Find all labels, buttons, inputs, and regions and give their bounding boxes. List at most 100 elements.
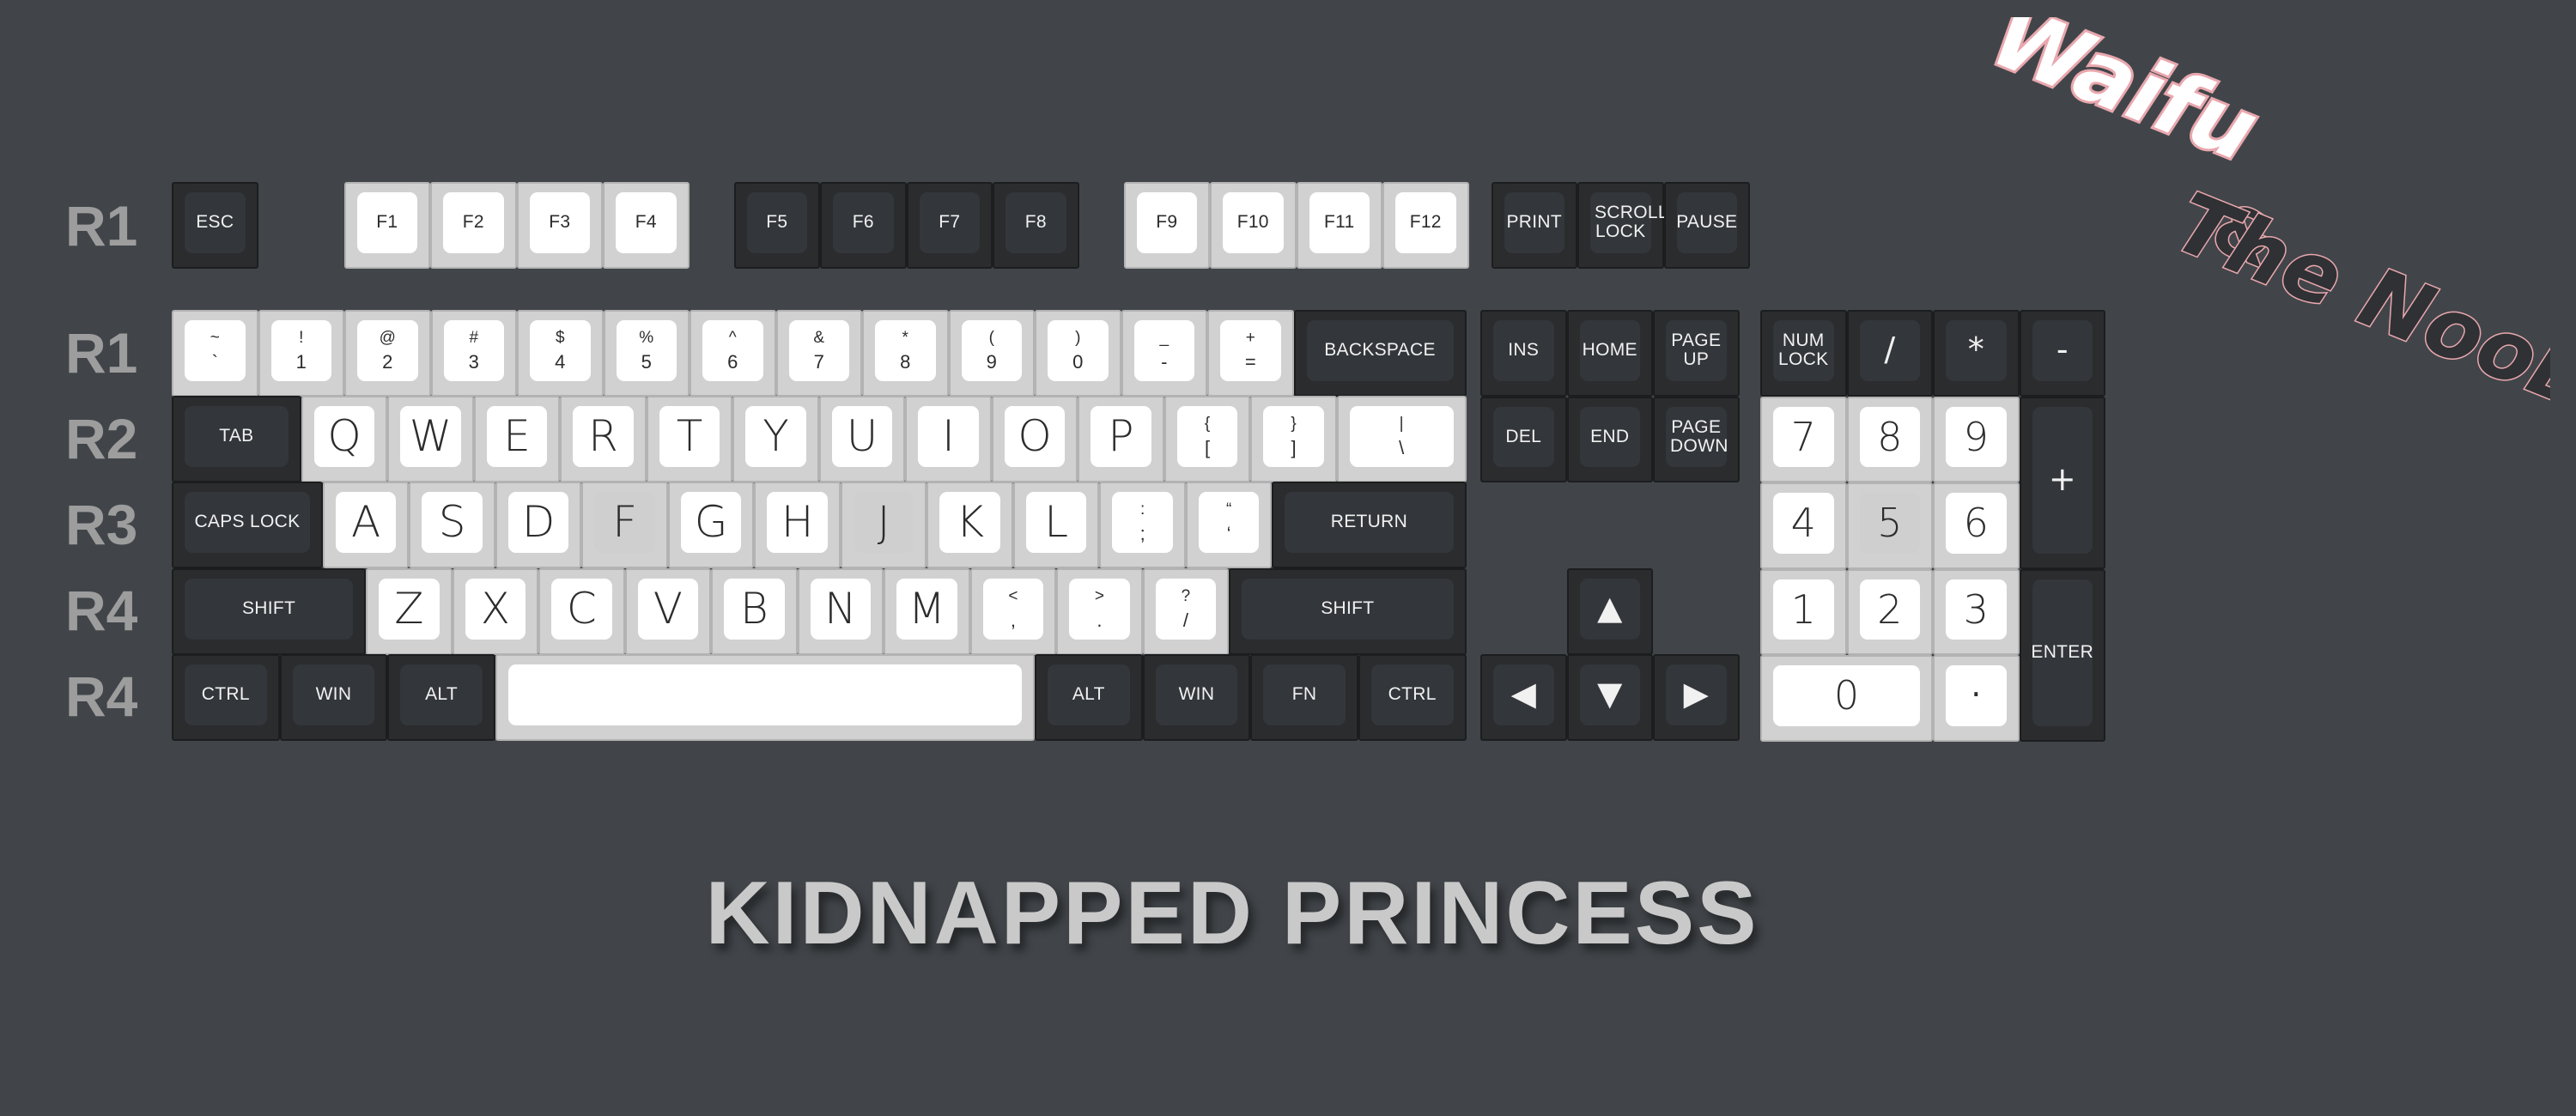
- key-key[interactable]: “‘: [1185, 482, 1273, 568]
- key-c[interactable]: C: [538, 568, 625, 655]
- key-ins[interactable]: INS: [1480, 310, 1567, 397]
- key-esc[interactable]: ESC: [172, 182, 258, 269]
- key-scroll-lock[interactable]: SCROLL LOCK: [1577, 182, 1668, 269]
- key-space[interactable]: [495, 654, 1035, 741]
- key-shift[interactable]: SHIFT: [1229, 568, 1467, 655]
- key-f2[interactable]: F2: [430, 182, 517, 269]
- key-shift[interactable]: SHIFT: [172, 568, 367, 655]
- key-page-up[interactable]: PAGE UP: [1653, 310, 1740, 397]
- key-0[interactable]: ) 0: [1035, 310, 1121, 397]
- key-page-down[interactable]: PAGE DOWN: [1653, 396, 1740, 482]
- key-n[interactable]: N: [797, 568, 884, 655]
- key-f12[interactable]: F12: [1382, 182, 1469, 269]
- key-1[interactable]: 1: [1760, 568, 1847, 655]
- key-y[interactable]: Y: [732, 396, 819, 482]
- key-i[interactable]: I: [905, 396, 992, 482]
- key-win[interactable]: WIN: [1142, 654, 1251, 741]
- key-f9[interactable]: F9: [1123, 182, 1210, 269]
- key-ctrl[interactable]: CTRL: [1358, 654, 1467, 741]
- key-2[interactable]: 2: [1846, 568, 1933, 655]
- key-m[interactable]: M: [884, 568, 970, 655]
- key-1[interactable]: ! 1: [258, 310, 344, 397]
- key-2[interactable]: @2: [344, 310, 431, 397]
- key-v[interactable]: V: [624, 568, 712, 655]
- key-f7[interactable]: F7: [906, 182, 993, 269]
- key-key[interactable]: _ -: [1121, 310, 1207, 397]
- key-del[interactable]: DEL: [1480, 396, 1567, 482]
- key-h[interactable]: H: [754, 482, 841, 568]
- key-s[interactable]: S: [409, 482, 495, 568]
- key-num-lock[interactable]: NUM LOCK: [1760, 310, 1847, 397]
- key-6[interactable]: 6: [1933, 482, 2020, 569]
- key-key[interactable]: ▶: [1653, 654, 1740, 741]
- key-fn[interactable]: FN: [1250, 654, 1358, 741]
- key-d[interactable]: D: [495, 482, 582, 568]
- key-return[interactable]: RETURN: [1272, 482, 1467, 568]
- key-u[interactable]: U: [818, 396, 906, 482]
- key-e[interactable]: E: [473, 396, 561, 482]
- key-pause[interactable]: PAUSE: [1663, 182, 1750, 269]
- key-7[interactable]: 7: [1760, 396, 1847, 482]
- key-w[interactable]: W: [387, 396, 474, 482]
- key-caps-lock[interactable]: CAPS LOCK: [172, 482, 323, 568]
- key-5[interactable]: 5: [1846, 482, 1933, 569]
- key-key[interactable]: }]: [1250, 396, 1337, 482]
- key-8[interactable]: 8: [1846, 396, 1933, 482]
- key-ctrl[interactable]: CTRL: [172, 654, 280, 741]
- key-key[interactable]: <,: [969, 568, 1057, 655]
- key-x[interactable]: X: [452, 568, 539, 655]
- key-key[interactable]: /: [1846, 310, 1933, 397]
- key-9[interactable]: (9: [948, 310, 1035, 397]
- key-p[interactable]: P: [1078, 396, 1164, 482]
- key-b[interactable]: B: [711, 568, 798, 655]
- key-j[interactable]: J: [840, 482, 927, 568]
- key-a[interactable]: A: [322, 482, 410, 568]
- key-enter[interactable]: ENTER: [2019, 568, 2105, 742]
- key-key[interactable]: + =: [1207, 310, 1294, 397]
- key-3[interactable]: 3: [1933, 568, 2020, 655]
- key-t[interactable]: T: [646, 396, 733, 482]
- key-tab[interactable]: TAB: [172, 396, 301, 482]
- key-f6[interactable]: F6: [820, 182, 907, 269]
- key-0[interactable]: 0: [1760, 655, 1933, 742]
- key-win[interactable]: WIN: [279, 654, 388, 741]
- key-backspace[interactable]: BACKSPACE: [1293, 310, 1467, 397]
- key-4[interactable]: 4: [1760, 482, 1847, 569]
- key-key[interactable]: ? /: [1142, 568, 1230, 655]
- key-z[interactable]: Z: [366, 568, 453, 655]
- key-f3[interactable]: F3: [516, 182, 603, 269]
- key-alt[interactable]: ALT: [1035, 654, 1143, 741]
- key-key[interactable]: ▲: [1566, 568, 1653, 655]
- key-7[interactable]: & 7: [775, 310, 862, 397]
- key-end[interactable]: END: [1566, 396, 1653, 482]
- key-key[interactable]: {[: [1163, 396, 1251, 482]
- key-f11[interactable]: F11: [1296, 182, 1382, 269]
- key-k[interactable]: K: [927, 482, 1013, 568]
- key-g[interactable]: G: [667, 482, 755, 568]
- key-8[interactable]: * 8: [862, 310, 949, 397]
- key-o[interactable]: O: [991, 396, 1078, 482]
- key-home[interactable]: HOME: [1566, 310, 1653, 397]
- key-key[interactable]: ~ `: [172, 310, 258, 397]
- key-f10[interactable]: F10: [1210, 182, 1297, 269]
- key-3[interactable]: #3: [430, 310, 517, 397]
- key-f8[interactable]: F8: [993, 182, 1079, 269]
- key-f[interactable]: F: [581, 482, 668, 568]
- key-f5[interactable]: F5: [733, 182, 820, 269]
- key-key[interactable]: :;: [1099, 482, 1186, 568]
- key-key[interactable]: | \: [1336, 396, 1467, 482]
- key-alt[interactable]: ALT: [387, 654, 495, 741]
- key-key[interactable]: ·: [1933, 655, 2020, 742]
- key-f1[interactable]: F1: [343, 182, 430, 269]
- key-q[interactable]: Q: [301, 396, 388, 482]
- key-f4[interactable]: F4: [603, 182, 690, 269]
- key-key[interactable]: >.: [1056, 568, 1143, 655]
- key-key[interactable]: ◀: [1480, 654, 1567, 741]
- key-5[interactable]: % 5: [603, 310, 690, 397]
- key-4[interactable]: $4: [517, 310, 604, 397]
- key-print[interactable]: PRINT: [1491, 182, 1577, 269]
- key-r[interactable]: R: [560, 396, 647, 482]
- key-l[interactable]: L: [1012, 482, 1100, 568]
- key-key[interactable]: ▼: [1566, 654, 1653, 741]
- key-6[interactable]: ^ 6: [690, 310, 776, 397]
